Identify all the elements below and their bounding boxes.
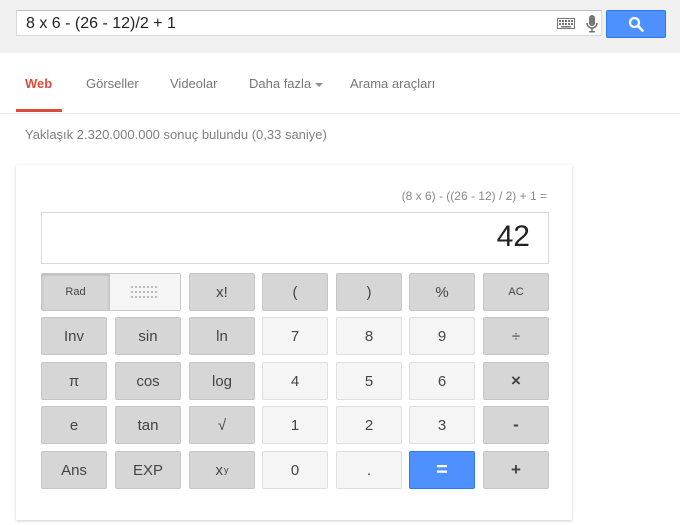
tab-web[interactable]: Web [25, 76, 52, 91]
digit-0-button[interactable]: 0 [262, 451, 328, 489]
calculator-expression: (8 x 6) - ((26 - 12) / 2) + 1 = [401, 189, 547, 203]
deg-button[interactable] [110, 274, 180, 310]
exp-button[interactable]: EXP [115, 451, 181, 489]
power-exponent: y [224, 465, 229, 475]
digit-4-button[interactable]: 4 [262, 362, 328, 400]
digit-8-button[interactable]: 8 [336, 317, 402, 355]
decimal-point-button[interactable]: . [336, 451, 402, 489]
tab-search-tools[interactable]: Arama araçları [350, 76, 435, 91]
tan-button[interactable]: tan [115, 406, 181, 444]
sin-button[interactable]: sin [115, 317, 181, 355]
calculator-display: 42 [41, 212, 549, 264]
digit-2-button[interactable]: 2 [336, 406, 402, 444]
angle-mode-toggle: Rad [41, 273, 181, 311]
sqrt-button[interactable]: √ [189, 406, 255, 444]
search-button[interactable] [606, 10, 666, 38]
percent-button[interactable]: % [409, 273, 475, 311]
inverse-button[interactable]: Inv [41, 317, 107, 355]
active-tab-indicator [16, 109, 62, 112]
close-paren-button[interactable]: ) [336, 273, 402, 311]
open-paren-button[interactable]: ( [262, 273, 328, 311]
keyboard-icon[interactable] [557, 18, 575, 29]
search-icon [628, 16, 644, 32]
search-header [0, 0, 680, 53]
tab-videos[interactable]: Videolar [170, 76, 217, 91]
ln-button[interactable]: ln [189, 317, 255, 355]
multiply-button[interactable]: × [483, 362, 549, 400]
rad-button[interactable]: Rad [42, 274, 110, 310]
factorial-button[interactable]: x! [189, 273, 255, 311]
answer-button[interactable]: Ans [41, 451, 107, 489]
digit-5-button[interactable]: 5 [336, 362, 402, 400]
all-clear-button[interactable]: AC [483, 273, 549, 311]
power-button[interactable]: xy [189, 451, 255, 489]
search-box[interactable] [16, 10, 602, 36]
tab-images[interactable]: Görseller [86, 76, 139, 91]
chevron-down-icon [315, 82, 324, 87]
result-stats: Yaklaşık 2.320.000.000 sonuç bulundu (0,… [25, 127, 327, 142]
digit-3-button[interactable]: 3 [409, 406, 475, 444]
equals-button[interactable]: = [409, 451, 475, 489]
dots-icon [131, 286, 157, 298]
search-tabs: Web Görseller Videolar Daha fazla Arama … [0, 53, 680, 114]
calculator-card: (8 x 6) - ((26 - 12) / 2) + 1 = 42 Rad x… [16, 165, 572, 520]
digit-7-button[interactable]: 7 [262, 317, 328, 355]
search-input[interactable] [26, 14, 546, 34]
subtract-button[interactable]: - [483, 406, 549, 444]
e-button[interactable]: e [41, 406, 107, 444]
cos-button[interactable]: cos [115, 362, 181, 400]
tab-more-label: Daha fazla [249, 76, 312, 91]
add-button[interactable]: + [483, 451, 549, 489]
microphone-icon[interactable] [586, 15, 598, 33]
power-base: x [215, 461, 224, 479]
digit-1-button[interactable]: 1 [262, 406, 328, 444]
pi-button[interactable]: π [41, 362, 107, 400]
digit-9-button[interactable]: 9 [409, 317, 475, 355]
log-button[interactable]: log [189, 362, 255, 400]
calculator-result: 42 [496, 220, 530, 253]
tab-more[interactable]: Daha fazla [249, 76, 324, 91]
digit-6-button[interactable]: 6 [409, 362, 475, 400]
divide-button[interactable]: ÷ [483, 317, 549, 355]
